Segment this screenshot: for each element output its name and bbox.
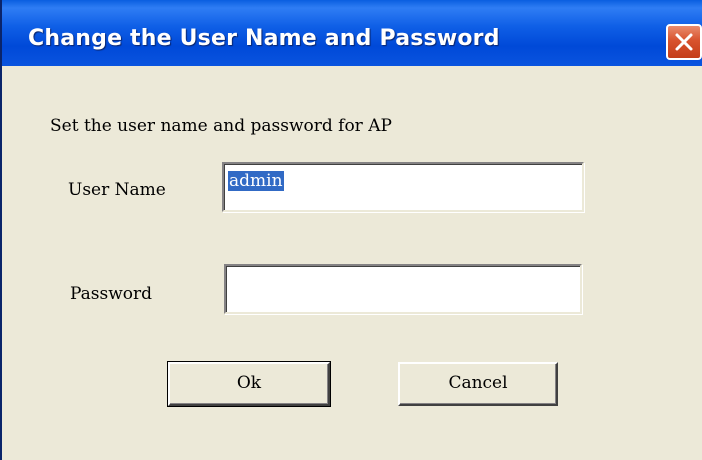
password-field[interactable] <box>224 264 582 314</box>
title-bar[interactable]: Change the User Name and Password <box>2 0 702 66</box>
username-field[interactable]: admin <box>222 162 584 212</box>
window-title: Change the User Name and Password <box>28 26 500 51</box>
cancel-button-label: Cancel <box>448 373 508 393</box>
instruction-text: Set the user name and password for AP <box>50 116 392 136</box>
password-label: Password <box>70 284 153 304</box>
ok-button-label: Ok <box>236 373 262 393</box>
ok-button[interactable]: Ok <box>167 361 331 407</box>
cancel-button[interactable]: Cancel <box>398 362 558 406</box>
close-button[interactable] <box>666 24 702 60</box>
close-icon <box>675 33 693 51</box>
username-value: admin <box>228 171 284 191</box>
dialog-window: Change the User Name and Password Set th… <box>0 0 702 460</box>
username-label: User Name <box>68 180 166 200</box>
